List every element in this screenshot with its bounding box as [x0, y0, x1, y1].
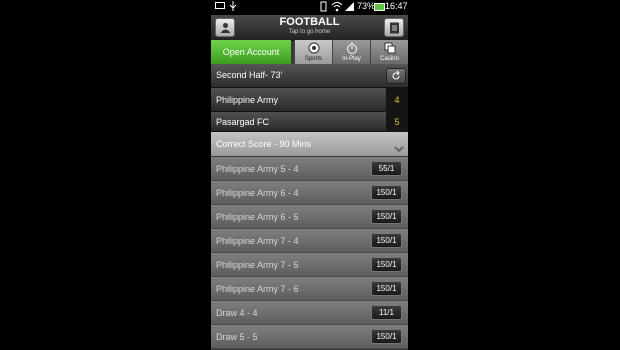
phone-screen: 73% 16:47 FOOTBALL Tap to go home Open A… — [211, 0, 408, 350]
status-bar: 73% 16:47 — [211, 0, 408, 15]
tab-casino[interactable]: Casino — [370, 40, 408, 64]
refresh-button[interactable] — [386, 68, 406, 84]
vibrate-icon — [319, 1, 328, 14]
tab-sports[interactable]: Sports — [294, 40, 332, 64]
selection-name: Philippine Army 7 - 6 — [216, 284, 299, 294]
market-header[interactable]: Correct Score - 90 Mins — [211, 132, 408, 156]
chevron-down-icon — [394, 140, 404, 158]
battery-icon — [374, 1, 385, 14]
selection-row[interactable]: Philippine Army 7 - 6 150/1 — [211, 277, 408, 301]
usb-icon — [229, 1, 237, 14]
team-row: Pasargad FC 5 — [211, 112, 408, 132]
selection-row[interactable]: Philippine Army 7 - 5 150/1 — [211, 253, 408, 277]
selection-row[interactable]: Philippine Army 7 - 4 150/1 — [211, 229, 408, 253]
selection-name: Philippine Army 6 - 5 — [216, 212, 299, 222]
open-account-button[interactable]: Open Account — [211, 40, 291, 64]
wifi-icon — [331, 1, 343, 14]
market-title: Correct Score - 90 Mins — [216, 139, 312, 149]
home-link[interactable]: Tap to go home — [241, 29, 378, 35]
odds-button[interactable]: 150/1 — [371, 281, 402, 296]
selection-row[interactable]: Draw 4 - 4 11/1 — [211, 301, 408, 325]
match-status-row: Second Half- 73' — [211, 64, 408, 88]
clock: 16:47 — [385, 1, 408, 11]
odds-button[interactable]: 150/1 — [371, 329, 402, 344]
odds-button[interactable]: 11/1 — [371, 305, 402, 320]
battery-percent: 73% — [357, 1, 376, 11]
selection-row[interactable]: Philippine Army 6 - 4 150/1 — [211, 181, 408, 205]
soccer-ball-icon — [308, 42, 320, 56]
app-header: FOOTBALL Tap to go home — [211, 15, 408, 41]
team-score: 4 — [386, 88, 408, 112]
tab-in-play[interactable]: In-Play — [332, 40, 370, 64]
dice-icon — [384, 42, 396, 56]
selection-row[interactable]: Draw 5 - 5 150/1 — [211, 325, 408, 349]
selection-name: Draw 5 - 5 — [216, 332, 258, 342]
team-score: 5 — [386, 112, 408, 132]
stopwatch-icon — [346, 42, 358, 56]
team-name: Pasargad FC — [216, 117, 270, 127]
odds-button[interactable]: 150/1 — [371, 209, 402, 224]
odds-button[interactable]: 150/1 — [371, 185, 402, 200]
team-row: Philippine Army 4 — [211, 88, 408, 112]
account-button[interactable] — [215, 18, 235, 37]
odds-button[interactable]: 150/1 — [371, 233, 402, 248]
tab-label: In-Play — [342, 56, 361, 62]
page-title[interactable]: FOOTBALL — [241, 16, 378, 28]
selection-name: Philippine Army 6 - 4 — [216, 188, 299, 198]
selection-name: Philippine Army 5 - 4 — [216, 164, 299, 174]
selection-name: Philippine Army 7 - 4 — [216, 236, 299, 246]
screenshot-icon — [215, 1, 225, 12]
tab-label: Sports — [304, 56, 323, 62]
selection-name: Philippine Army 7 - 5 — [216, 260, 299, 270]
betslip-button[interactable] — [384, 18, 404, 37]
selection-name: Draw 4 - 4 — [216, 308, 258, 318]
nav-bar: Open Account Sports In-Play Casino — [211, 40, 408, 64]
selection-row[interactable]: Philippine Army 6 - 5 150/1 — [211, 205, 408, 229]
odds-button[interactable]: 55/1 — [371, 161, 402, 176]
match-status: Second Half- 73' — [216, 70, 283, 80]
selection-row[interactable]: Philippine Army 5 - 4 55/1 — [211, 157, 408, 181]
signal-icon — [345, 1, 355, 14]
team-name: Philippine Army — [216, 95, 279, 105]
tab-label: Casino — [380, 56, 399, 62]
odds-button[interactable]: 150/1 — [371, 257, 402, 272]
